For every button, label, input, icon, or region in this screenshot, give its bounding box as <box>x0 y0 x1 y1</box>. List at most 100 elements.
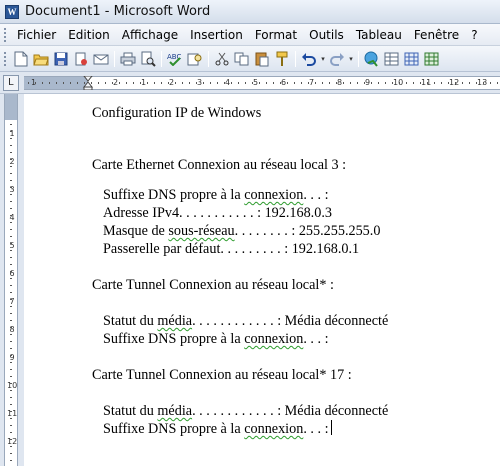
vertical-ruler-tick <box>10 187 12 188</box>
paste-icon[interactable] <box>253 50 271 68</box>
permission-icon[interactable] <box>72 50 90 68</box>
vertical-ruler-tick <box>10 313 12 314</box>
print-preview-icon[interactable] <box>139 50 157 68</box>
vertical-ruler-tick <box>10 236 12 237</box>
vertical-ruler-tick <box>10 376 12 377</box>
ruler-tick <box>280 82 281 84</box>
save-icon[interactable] <box>52 50 70 68</box>
toolbar-grip-handle[interactable] <box>3 50 7 67</box>
menu-item-edition[interactable]: Edition <box>62 28 116 42</box>
vertical-ruler-tick <box>10 201 12 202</box>
ruler-tick <box>84 82 85 84</box>
vertical-ruler-tick <box>10 327 12 328</box>
vertical-ruler-tick <box>10 439 12 440</box>
toolbar-separator <box>295 50 296 67</box>
undo-icon[interactable] <box>300 50 318 68</box>
research-icon[interactable] <box>186 50 204 68</box>
print-icon[interactable] <box>119 50 137 68</box>
vertical-ruler-number: 11 <box>7 409 18 418</box>
ruler-tick <box>210 82 211 84</box>
subnet-mask-line: Masque de sous-réseau. . . . . . . . : 2… <box>103 222 380 240</box>
vertical-ruler-tick <box>10 271 12 272</box>
vertical-ruler-number: 5 <box>9 241 15 250</box>
spelling-flagged-word[interactable]: média <box>157 403 192 419</box>
word-app-icon[interactable]: W <box>5 4 19 19</box>
standard-toolbar: ABC ▾ ▾ <box>0 46 500 72</box>
section-heading: Carte Tunnel Connexion au réseau local* … <box>92 367 352 383</box>
menu-item-tableau[interactable]: Tableau <box>350 28 408 42</box>
undo-dropdown-chevron-icon[interactable]: ▾ <box>319 50 327 68</box>
spelling-flagged-word[interactable]: média <box>157 313 192 329</box>
line-label: Statut du <box>103 403 158 419</box>
vertical-ruler-top-margin <box>5 94 17 120</box>
toolbar-separator <box>208 50 209 67</box>
horizontal-ruler[interactable]: 1212345678910111213 <box>24 76 500 90</box>
hyperlink-icon[interactable] <box>363 50 381 68</box>
menu-item-affichage[interactable]: Affichage <box>116 28 184 42</box>
ruler-number: 2 <box>169 78 175 87</box>
line-label: Suffixe DNS propre à la <box>103 187 245 203</box>
spelling-flagged-word[interactable]: connexion <box>244 187 303 203</box>
menu-item-fichier[interactable]: Fichier <box>11 28 62 42</box>
vertical-ruler-tick <box>10 257 12 258</box>
menu-bar: Fichier Edition Affichage Insertion Format Ou… <box>0 24 500 46</box>
tables-borders-icon[interactable] <box>383 50 401 68</box>
ruler-number: 9 <box>365 78 371 87</box>
insert-excel-icon[interactable] <box>423 50 441 68</box>
media-status-line: Statut du média. . . . . . . . . . . . :… <box>103 402 388 420</box>
menu-item-outils[interactable]: Outils <box>303 28 350 42</box>
email-icon[interactable] <box>92 50 110 68</box>
insert-table-icon[interactable] <box>403 50 421 68</box>
new-document-icon[interactable] <box>12 50 30 68</box>
copy-icon[interactable] <box>233 50 251 68</box>
vertical-ruler-tick <box>10 124 12 125</box>
line-label: Suffixe DNS propre à la <box>103 421 245 437</box>
ruler-tick <box>273 82 274 84</box>
spelling-icon[interactable]: ABC <box>166 50 184 68</box>
menu-item-format[interactable]: Format <box>249 28 303 42</box>
spelling-flagged-word[interactable]: connexion <box>244 421 303 437</box>
line-value: . . . . . . . . : 255.255.255.0 <box>234 223 381 239</box>
vertical-ruler-tick <box>10 243 12 244</box>
format-painter-icon[interactable] <box>273 50 291 68</box>
menu-item-help[interactable]: ? <box>465 28 483 42</box>
ruler-tick <box>42 82 43 84</box>
tab-selector-button[interactable]: L <box>3 75 19 91</box>
redo-icon[interactable] <box>328 50 346 68</box>
vertical-ruler-number: 6 <box>9 269 15 278</box>
ruler-tick <box>119 82 120 84</box>
vertical-ruler-tick <box>10 285 12 286</box>
title-bar[interactable]: W Document1 - Microsoft Word <box>0 0 500 24</box>
ruler-tick <box>483 82 484 84</box>
ruler-tick <box>203 82 204 84</box>
ruler-tick <box>161 82 162 84</box>
spelling-flagged-word[interactable]: connexion <box>244 331 303 347</box>
vertical-ruler-tick <box>10 194 12 195</box>
menu-item-insertion[interactable]: Insertion <box>184 28 249 42</box>
vertical-ruler-tick <box>10 362 12 363</box>
horizontal-ruler-bar: L 1212345678910111213 <box>0 72 500 94</box>
redo-dropdown-chevron-icon[interactable]: ▾ <box>347 50 355 68</box>
ruler-tick <box>448 82 449 84</box>
open-folder-icon[interactable] <box>32 50 50 68</box>
vertical-ruler[interactable]: 1 2 3 4 5 6 7 8 9 10 11 12 <box>4 94 18 466</box>
ruler-tick <box>252 82 253 84</box>
ruler-tick <box>455 82 456 84</box>
menu-grip-handle[interactable] <box>3 26 7 43</box>
dns-suffix-line: Suffixe DNS propre à la connexion. . . : <box>103 330 329 348</box>
vertical-ruler-tick <box>10 215 12 216</box>
ruler-tick <box>469 82 470 84</box>
vertical-ruler-tick <box>10 341 12 342</box>
vertical-ruler-tick <box>10 334 12 335</box>
ruler-tick <box>371 82 372 84</box>
document-page[interactable]: Configuration IP de Windows Carte Ethern… <box>24 94 500 466</box>
vertical-ruler-tick <box>10 306 12 307</box>
ruler-tick <box>357 82 358 84</box>
text-cursor <box>330 420 332 435</box>
ruler-tick <box>399 82 400 84</box>
toolbar-separator <box>114 50 115 67</box>
spelling-flagged-word[interactable]: sous-réseau <box>168 223 234 239</box>
cut-icon[interactable] <box>213 50 231 68</box>
menu-item-fenêtre[interactable]: Fenêtre <box>408 28 465 42</box>
line-value: . . . : <box>303 331 329 347</box>
